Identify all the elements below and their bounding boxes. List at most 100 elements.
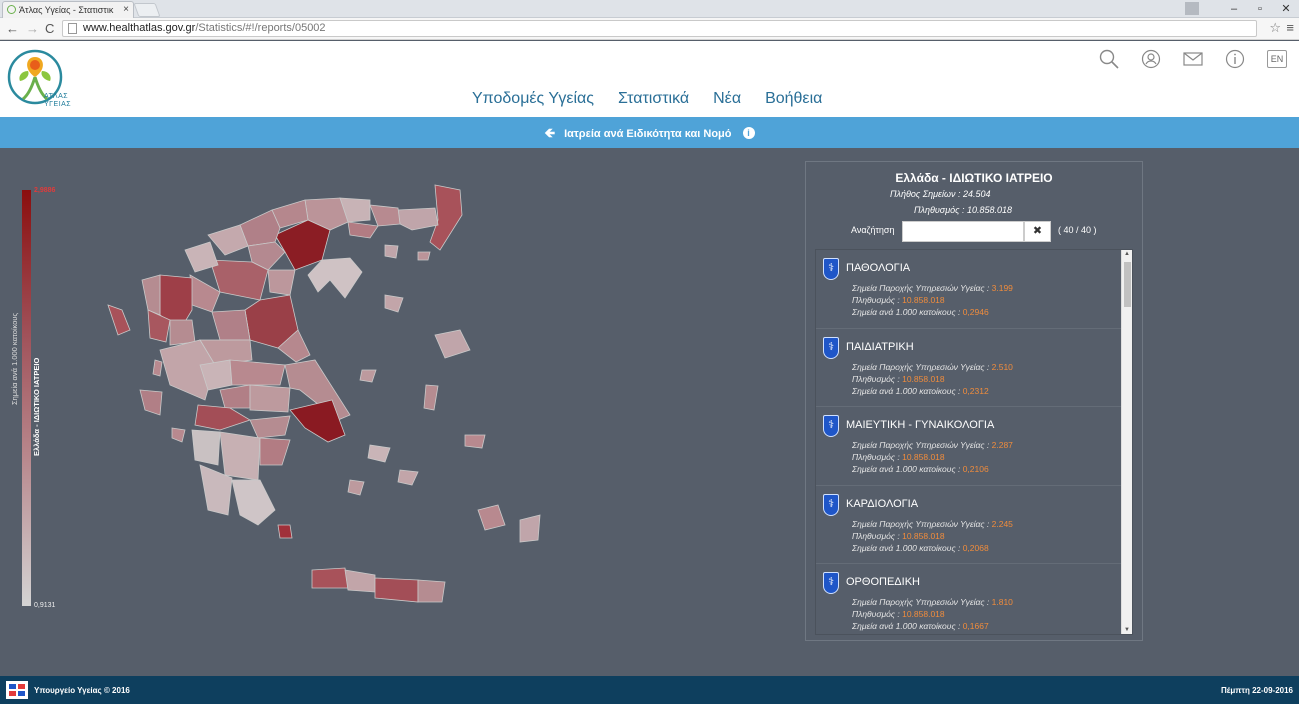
caduceus-icon: ⚕ (823, 572, 839, 594)
minimize-button[interactable]: – (1221, 0, 1247, 18)
browser-menu-icon[interactable]: ≡ (1286, 20, 1294, 35)
region-kerkyra (107, 304, 131, 336)
list-item[interactable]: ⚕ ΠΑΘΟΛΟΓΙΑ Σημεία Παροχής Υπηρεσιών Υγε… (816, 250, 1132, 329)
specialty-list[interactable]: ⚕ ΠΑΘΟΛΟΓΙΑ Σημεία Παροχής Υπηρεσιών Υγε… (815, 249, 1133, 635)
row-points: Σημεία Παροχής Υπηρεσιών Υγείας : 2.510 (852, 361, 1013, 372)
list-item-title: ΠΑΙΔΙΑΤΡΙΚΗ (846, 340, 914, 353)
nav-help[interactable]: Βοήθεια (765, 90, 822, 108)
new-tab-button[interactable] (133, 3, 161, 17)
panel-population: Πληθυσμός : 10.858.018 (914, 205, 1013, 215)
site-header: ΑΤΛΑΣ ΥΓΕΙΑΣ Υποδομές Υγείας Στατιστικά … (0, 41, 1299, 117)
row-per-1000: Σημεία ανά 1.000 κατοίκους : 0,2946 (852, 307, 989, 317)
legend-max-value: 2,9886 (34, 187, 56, 194)
nav-statistics[interactable]: Στατιστικά (618, 90, 689, 108)
region-chania (311, 567, 349, 589)
region-trikala (211, 309, 251, 341)
url-host: www.healthatlas.gov.gr (83, 22, 196, 34)
search-icon[interactable] (1099, 49, 1119, 69)
region-lefkada (152, 359, 163, 377)
mail-icon[interactable] (1183, 49, 1203, 69)
row-population: Πληθυσμός : 10.858.018 (852, 295, 945, 305)
row-per-1000: Σημεία ανά 1.000 κατοίκους : 0,2068 (852, 542, 989, 553)
footer-date: Πέμπτη 22-09-2016 (1220, 686, 1293, 695)
region-dodekanisa-1 (477, 504, 506, 531)
legend-metric-label: Σημεία ανά 1.000 κατοίκους (10, 312, 19, 405)
nav-news[interactable]: Νέα (713, 90, 741, 108)
back-arrow-icon[interactable]: ← (6, 21, 19, 36)
region-kavala (347, 221, 379, 239)
region-xanthi (369, 204, 401, 227)
row-points: Σημεία Παροχής Υπηρεσιών Υγείας : 2.287 (852, 440, 1013, 450)
nav-infrastructure[interactable]: Υποδομές Υγείας (472, 90, 594, 108)
footer: Υπουργείο Υγείας © 2016 Πέμπτη 22-09-201… (0, 676, 1299, 704)
list-item[interactable]: ⚕ ΠΑΙΔΙΑΤΡΙΚΗ Σημεία Παροχής Υπηρεσιών Υ… (816, 329, 1132, 407)
region-rodopi (397, 207, 439, 231)
legend-min-value: 0,9131 (34, 602, 56, 609)
list-item[interactable]: ⚕ ΚΑΡΔΙΟΛΟΓΙΑ Σημεία Παροχής Υπηρεσιών Υ… (816, 486, 1132, 564)
search-input[interactable] (902, 221, 1024, 242)
caduceus-icon: ⚕ (823, 258, 839, 280)
region-achaia (194, 404, 251, 431)
report-title-bar: 🡸 Ιατρεία ανά Ειδικότητα και Νομό i (0, 117, 1299, 148)
greece-choropleth-map[interactable] (100, 180, 550, 620)
region-irakleio (374, 577, 419, 603)
caduceus-icon: ⚕ (823, 336, 839, 359)
row-points: Σημεία Παροχής Υπηρεσιών Υγείας : 3.199 (852, 283, 1013, 293)
panel-points: Πλήθος Σημείων : 24.504 (890, 189, 991, 199)
list-item-title: ΠΑΘΟΛΟΓΙΑ (846, 262, 911, 274)
region-grevena (189, 274, 221, 313)
region-fthiotida (229, 359, 286, 386)
browser-tab[interactable]: Άτλας Υγείας - Στατιστικ × (2, 1, 134, 18)
tab-close-icon[interactable]: × (123, 4, 129, 15)
row-population: Πληθυσμός : 10.858.018 (852, 373, 945, 384)
region-korinthia (249, 415, 291, 439)
region-lesvos (434, 329, 471, 359)
region-pieria (267, 269, 296, 296)
statistics-panel: Ελλάδα - ΙΔΙΩΤΙΚΟ ΙΑΤΡΕΙΟ Πλήθος Σημείων… (805, 161, 1143, 641)
info-icon[interactable] (1225, 49, 1245, 69)
list-item[interactable]: ⚕ ΜΑΙΕΥΤΙΚΗ - ΓΥΝΑΙΚΟΛΟΓΙΑ Σημεία Παροχή… (816, 407, 1132, 486)
reload-icon[interactable]: C (45, 21, 54, 36)
region-arta (169, 319, 196, 346)
footer-copyright: Υπουργείο Υγείας © 2016 (34, 686, 130, 695)
region-arkadia (219, 431, 261, 481)
close-window-button[interactable]: ✕ (1273, 0, 1299, 18)
row-population: Πληθυσμός : 10.858.018 (852, 609, 945, 619)
back-arrow-icon[interactable]: 🡸 (544, 125, 555, 140)
list-item-title: ΜΑΙΕΥΤΙΚΗ - ΓΥΝΑΙΚΟΛΟΓΙΑ (846, 419, 995, 431)
browser-tab-bar: Άτλας Υγείας - Στατιστικ × – ▫ ✕ (0, 0, 1299, 18)
row-points: Σημεία Παροχής Υπηρεσιών Υγείας : 1.810 (852, 597, 1013, 607)
header-icons: EN (1099, 49, 1287, 69)
list-scrollbar[interactable]: ▲ ▼ (1121, 250, 1132, 634)
language-button[interactable]: EN (1267, 50, 1287, 68)
scroll-thumb[interactable] (1124, 262, 1131, 307)
scroll-up-icon[interactable]: ▲ (1124, 251, 1130, 257)
region-rethymno (344, 569, 376, 593)
search-clear-button[interactable]: ✖ (1024, 221, 1051, 242)
region-samothraki (417, 251, 431, 261)
region-limnos (384, 294, 404, 313)
row-population: Πληθυσμός : 10.858.018 (852, 530, 945, 541)
user-profile-icon[interactable] (1185, 2, 1199, 15)
region-rodos (519, 514, 541, 543)
forward-arrow-icon[interactable]: → (26, 21, 39, 36)
report-info-icon[interactable]: i (742, 127, 755, 139)
url-input[interactable]: www.healthatlas.gov.gr/Statistics/#!/rep… (62, 20, 1257, 37)
bookmark-star-icon[interactable]: ☆ (1269, 20, 1281, 36)
region-viotia (249, 384, 291, 413)
legend-series-label: Ελλάδα - ΙΔΙΩΤΙΚΟ ΙΑΤΡΕΙΟ (32, 357, 41, 456)
region-kyklades-3 (347, 479, 365, 496)
url-path: /Statistics/#!/reports/05002 (195, 22, 326, 34)
region-fokida (219, 384, 251, 409)
region-chalkidiki (307, 257, 363, 299)
region-samos (464, 434, 486, 449)
user-icon[interactable] (1141, 49, 1161, 69)
list-item[interactable]: ⚕ ΟΡΘΟΠΕΔΙΚΗ Σημεία Παροχής Υπηρεσιών Υγ… (816, 564, 1132, 634)
region-thasos (384, 244, 399, 259)
region-thesprotia (141, 274, 161, 316)
scroll-down-icon[interactable]: ▼ (1124, 627, 1130, 633)
maximize-button[interactable]: ▫ (1247, 0, 1273, 18)
region-kefalonia (139, 389, 163, 416)
caduceus-icon: ⚕ (823, 415, 839, 437)
region-skyros (359, 369, 377, 383)
